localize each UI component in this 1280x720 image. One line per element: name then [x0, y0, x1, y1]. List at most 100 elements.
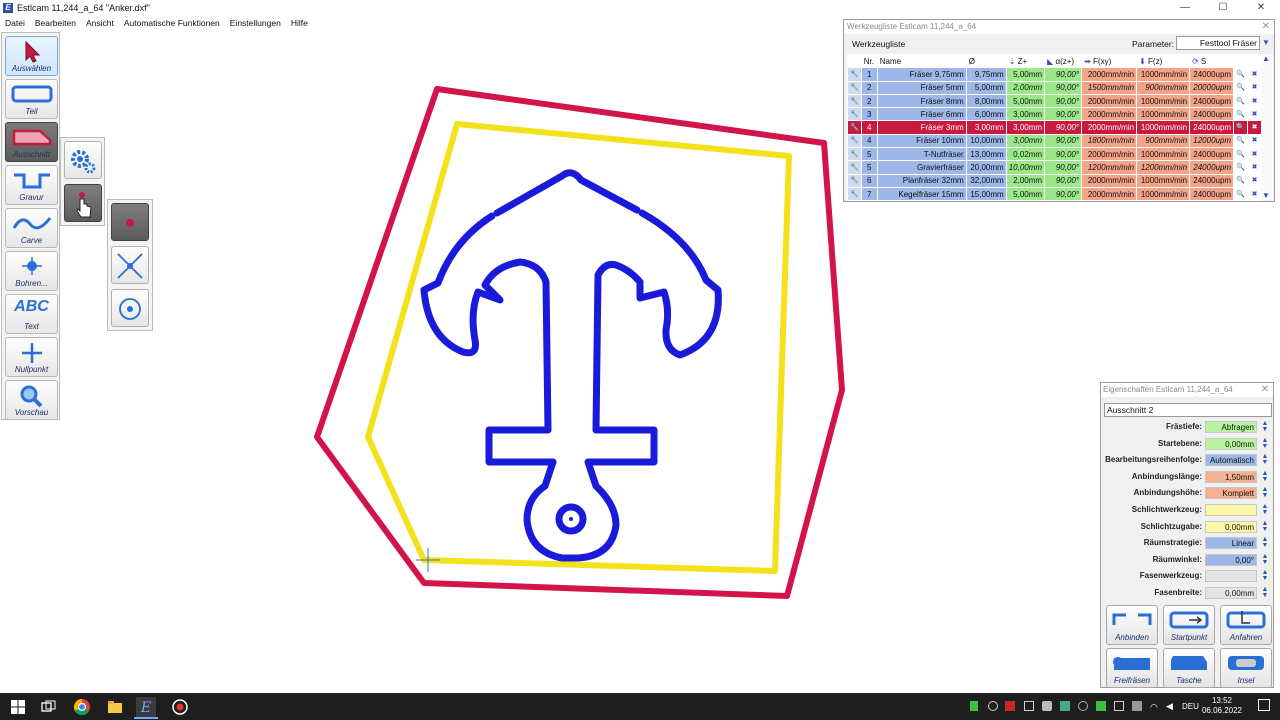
tray-icon[interactable] — [1042, 701, 1052, 711]
menu-automatische-funktionen[interactable]: Automatische Funktionen — [119, 18, 225, 28]
property-value[interactable] — [1205, 504, 1257, 516]
spin-arrows-icon[interactable]: ▲ ▼ — [1260, 553, 1270, 566]
wrench-icon[interactable]: 🔧 — [847, 80, 862, 95]
wrench-icon[interactable]: 🔧 — [847, 186, 862, 202]
startpunkt-button[interactable]: Startpunkt — [1163, 605, 1215, 645]
tool-list-close-button[interactable]: ✕ — [1262, 20, 1270, 34]
scroll-up-icon[interactable]: ▲ — [1262, 54, 1270, 63]
volume-icon[interactable]: ◀ — [1166, 701, 1173, 712]
manual-select-button[interactable] — [64, 184, 102, 222]
spin-arrows-icon[interactable]: ▲ ▼ — [1260, 486, 1270, 499]
delete-tool-icon[interactable]: ✖ — [1247, 133, 1263, 149]
tray-icon[interactable] — [988, 701, 998, 711]
delete-tool-icon[interactable]: ✖ — [1247, 80, 1263, 95]
tray-icon[interactable] — [1096, 701, 1106, 711]
tool-table-row[interactable]: 🔧 5 T-Nutfräser 13,00mm 0,02mm 90,00° 2000mm/m… — [847, 147, 1263, 162]
maximize-button[interactable]: ☐ — [1204, 0, 1242, 15]
system-clock[interactable]: 13:52 06.06.2022 — [1202, 696, 1242, 716]
spin-arrows-icon[interactable]: ▲ ▼ — [1260, 420, 1270, 433]
tray-icon[interactable] — [1005, 701, 1015, 711]
delete-tool-icon[interactable]: ✖ — [1247, 173, 1263, 188]
search-icon[interactable]: 🔍 — [1233, 120, 1249, 135]
spin-arrows-icon[interactable]: ▲ ▼ — [1260, 470, 1270, 483]
tool-carve-button[interactable]: Carve — [5, 208, 58, 248]
tool-table-row[interactable]: 🔧 7 Kegelfräser 15mm 15,00mm 5,00mm 90,00° 200… — [847, 186, 1263, 202]
wifi-icon[interactable]: ◠ — [1150, 702, 1158, 713]
tool-table-row[interactable]: 🔧 4 Fräser 10mm 10,00mm 3,00mm 90,00° 1800mm/m… — [847, 133, 1263, 149]
menu-datei[interactable]: Datei — [0, 18, 30, 28]
insel-button[interactable]: Insel — [1220, 648, 1272, 688]
menu-einstellungen[interactable]: Einstellungen — [225, 18, 286, 28]
scroll-down-icon[interactable]: ▼ — [1262, 191, 1270, 200]
chevron-down-icon[interactable]: ▼ — [1262, 38, 1270, 47]
tool-auswahlen-button[interactable]: Auswählen — [5, 36, 58, 76]
tool-bohren-button[interactable]: Bohren... — [5, 251, 58, 291]
wrench-icon[interactable]: 🔧 — [847, 133, 862, 149]
parameter-select[interactable]: Festtool Fräser — [1176, 36, 1260, 50]
property-value[interactable]: Automatisch — [1205, 454, 1257, 467]
search-icon[interactable]: 🔍 — [1233, 160, 1249, 175]
tool-text-button[interactable]: ABC Text — [5, 294, 58, 334]
anchor-shape[interactable] — [420, 169, 722, 562]
freifräsen-button[interactable]: Freifräsen — [1106, 648, 1158, 688]
property-value[interactable]: Abfragen — [1205, 421, 1257, 433]
property-value[interactable]: Linear — [1205, 537, 1257, 550]
wrench-icon[interactable]: 🔧 — [847, 147, 862, 162]
tool-nullpunkt-button[interactable]: Nullpunkt — [5, 337, 58, 377]
spin-arrows-icon[interactable]: ▲ ▼ — [1260, 536, 1270, 549]
tool-table-row[interactable]: 🔧 2 Fräser 5mm 5,00mm 2,00mm 90,00° 1500mm/min… — [847, 80, 1263, 95]
spin-arrows-icon[interactable]: ▲ ▼ — [1260, 569, 1270, 582]
tray-icon[interactable] — [1024, 701, 1034, 711]
wrench-icon[interactable]: 🔧 — [847, 160, 862, 175]
task-view-icon[interactable] — [38, 697, 58, 717]
menu-bearbeiten[interactable]: Bearbeiten — [30, 18, 81, 28]
search-icon[interactable]: 🔍 — [1233, 186, 1249, 202]
tray-icon[interactable] — [1078, 701, 1088, 711]
tool-gravur-button[interactable]: Gravur — [5, 165, 58, 205]
wrench-icon[interactable]: 🔧 — [847, 120, 862, 135]
search-icon[interactable]: 🔍 — [1233, 93, 1249, 109]
delete-tool-icon[interactable]: ✖ — [1247, 67, 1263, 82]
delete-tool-icon[interactable]: ✖ — [1247, 186, 1263, 202]
tool-table-row[interactable]: 🔧 3 Fräser 6mm 6,00mm 3,00mm 90,00° 2000mm/min… — [847, 107, 1263, 122]
tray-icon[interactable] — [1132, 701, 1142, 711]
spin-arrows-icon[interactable]: ▲ ▼ — [1260, 437, 1270, 450]
inner-contour[interactable] — [365, 121, 792, 574]
wrench-icon[interactable]: 🔧 — [847, 107, 862, 122]
object-name-field[interactable]: Ausschnitt 2 — [1104, 403, 1272, 417]
recorder-icon[interactable] — [170, 697, 190, 717]
notification-icon[interactable] — [1258, 699, 1270, 711]
property-value[interactable]: 0,00° — [1205, 553, 1257, 566]
tool-table-row[interactable]: 🔧 6 Planfräser 32mm 32,00mm 2,00mm 90,00° 2000… — [847, 173, 1263, 188]
properties-close-button[interactable]: ✕ — [1261, 383, 1269, 397]
delete-tool-icon[interactable]: ✖ — [1247, 93, 1263, 109]
property-value[interactable]: 0,00mm — [1205, 587, 1257, 599]
keyboard-language[interactable]: DEU — [1182, 702, 1199, 711]
search-icon[interactable]: 🔍 — [1233, 67, 1249, 82]
search-icon[interactable]: 🔍 — [1233, 107, 1249, 122]
tool-vorschau-button[interactable]: Vorschau — [5, 380, 58, 420]
delete-tool-icon[interactable]: ✖ — [1247, 160, 1263, 175]
anbinden-button[interactable]: Anbinden — [1106, 605, 1158, 645]
tasche-button[interactable]: Tasche — [1163, 648, 1215, 688]
tool-table-row[interactable]: 🔧 4 Fräser 3mm 3,00mm 3,00mm 90,00° 2000mm/min… — [847, 120, 1263, 135]
wrench-icon[interactable]: 🔧 — [847, 173, 862, 188]
menu-hilfe[interactable]: Hilfe — [286, 18, 313, 28]
tray-icon[interactable] — [1060, 701, 1070, 711]
property-value[interactable]: 1,50mm — [1205, 470, 1257, 483]
spin-arrows-icon[interactable]: ▲ ▼ — [1260, 503, 1270, 516]
minimize-button[interactable]: — — [1166, 0, 1204, 15]
circle-center-button[interactable] — [111, 289, 149, 327]
wrench-icon[interactable]: 🔧 — [847, 67, 862, 82]
auto-settings-button[interactable] — [64, 141, 102, 179]
spin-arrows-icon[interactable]: ▲ ▼ — [1260, 453, 1270, 466]
menu-ansicht[interactable]: Ansicht — [81, 18, 119, 28]
tool-table-row[interactable]: 🔧 1 Fräser 9,75mm 9,75mm 5,00mm 90,00° 2000mm/… — [847, 67, 1263, 82]
delete-tool-icon[interactable]: ✖ — [1247, 120, 1263, 135]
tool-table-row[interactable]: 🔧 2 Fräser 8mm 8,00mm 5,00mm 90,00° 2000mm/min… — [847, 93, 1263, 109]
point-dot-button[interactable] — [111, 203, 149, 241]
tool-table-row[interactable]: 🔧 5 Gravierfräser 20,00mm 10,00mm 90,00° 1200m… — [847, 160, 1263, 175]
property-value[interactable]: 0,00mm — [1205, 520, 1257, 533]
windows-start-icon[interactable] — [8, 697, 28, 717]
anfahren-button[interactable]: Anfahren — [1220, 605, 1272, 645]
